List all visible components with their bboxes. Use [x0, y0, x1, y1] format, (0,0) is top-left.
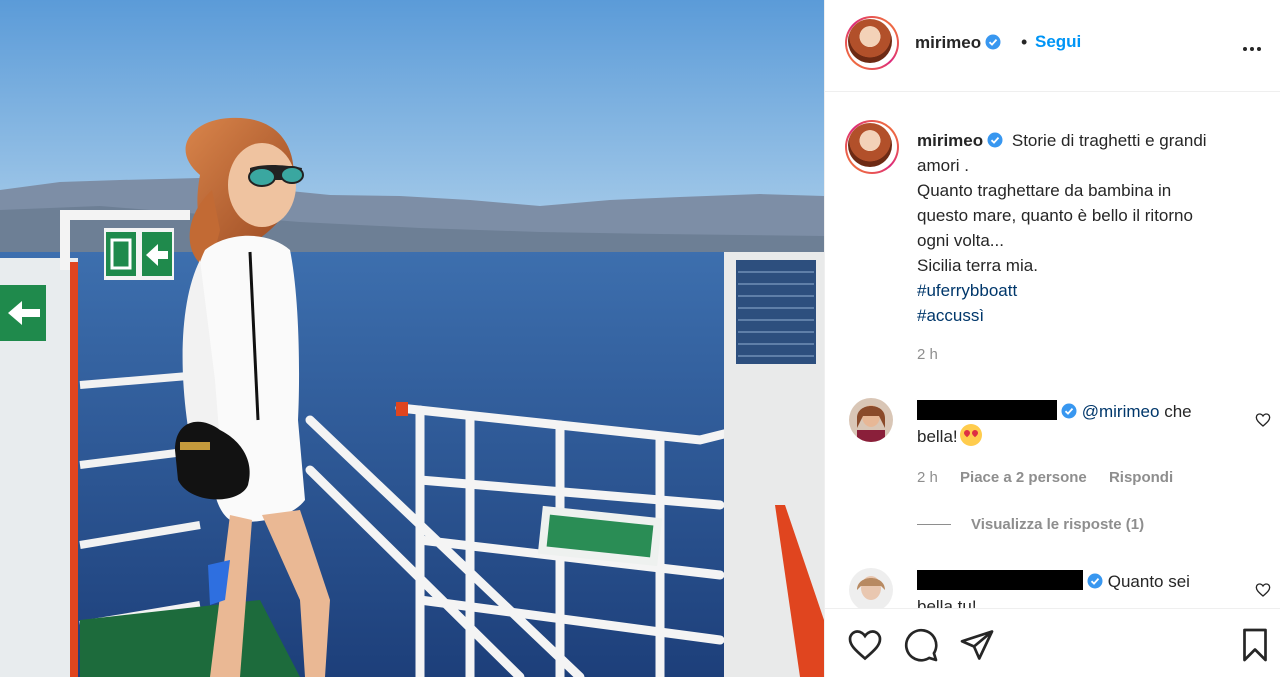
- caption-line: Sicilia terra mia.: [917, 256, 1038, 275]
- caption-line: Storie di traghetti e grandi: [1011, 131, 1207, 150]
- caption-timestamp[interactable]: 2 h: [917, 346, 938, 363]
- post-header: mirimeo • Segui: [825, 0, 1280, 92]
- commenter-avatar[interactable]: [849, 398, 893, 442]
- comment-timestamp[interactable]: 2 h: [917, 469, 938, 486]
- header-separator: •: [1021, 32, 1028, 52]
- follow-button[interactable]: Segui: [1035, 32, 1081, 52]
- caption-text: mirimeo Storie di traghetti e grandi amo…: [917, 128, 1267, 328]
- hashtag-link[interactable]: #uferrybboatt: [917, 278, 1267, 303]
- post-image: [0, 0, 824, 677]
- comment-text: Quanto sei bella tu!: [917, 570, 1190, 608]
- heart-icon[interactable]: [1255, 582, 1271, 598]
- view-replies-button[interactable]: Visualizza le risposte (1): [917, 516, 1144, 533]
- caption-username[interactable]: mirimeo: [917, 131, 1003, 150]
- heart-icon[interactable]: [847, 627, 883, 663]
- verified-badge-icon: [985, 34, 1001, 50]
- bookmark-icon[interactable]: [1237, 627, 1273, 663]
- reply-button[interactable]: Rispondi: [1109, 469, 1173, 486]
- redacted-username: [917, 400, 1057, 420]
- verified-badge-icon: [987, 132, 1003, 148]
- more-options-icon[interactable]: [1243, 38, 1267, 52]
- redacted-username: [917, 570, 1083, 590]
- heart-icon[interactable]: [1255, 412, 1271, 428]
- caption-line: ogni volta...: [917, 231, 1004, 250]
- hashtag-link[interactable]: #accussì: [917, 303, 1267, 328]
- author-username[interactable]: mirimeo: [915, 33, 1001, 53]
- post-action-bar: [825, 608, 1280, 677]
- author-avatar[interactable]: [845, 16, 899, 70]
- mention-link[interactable]: @mirimeo: [1082, 402, 1160, 421]
- caption-avatar[interactable]: [845, 120, 899, 174]
- verified-badge-icon: [1061, 403, 1077, 419]
- comment-meta: 2 h Piace a 2 persone Rispondi: [917, 469, 1191, 486]
- post-photo[interactable]: [0, 0, 824, 677]
- caption-line: Quanto traghettare da bambina in: [917, 181, 1172, 200]
- share-icon[interactable]: [959, 627, 995, 663]
- verified-badge-icon: [1087, 573, 1103, 589]
- comment-likes[interactable]: Piace a 2 persone: [960, 469, 1087, 486]
- commenter-avatar[interactable]: [849, 568, 893, 608]
- comment-item: Quanto sei bella tu!: [825, 568, 1280, 608]
- caption-line: questo mare, quanto è bello il ritorno: [917, 206, 1193, 225]
- heart-eyes-emoji: [959, 424, 982, 446]
- comment-icon[interactable]: [903, 627, 939, 663]
- caption-line: amori .: [917, 156, 969, 175]
- comment-text: @mirimeo che bella!: [917, 400, 1192, 446]
- post-side-panel: mirimeo • Segui mirimeo Storie di traghe…: [824, 0, 1280, 677]
